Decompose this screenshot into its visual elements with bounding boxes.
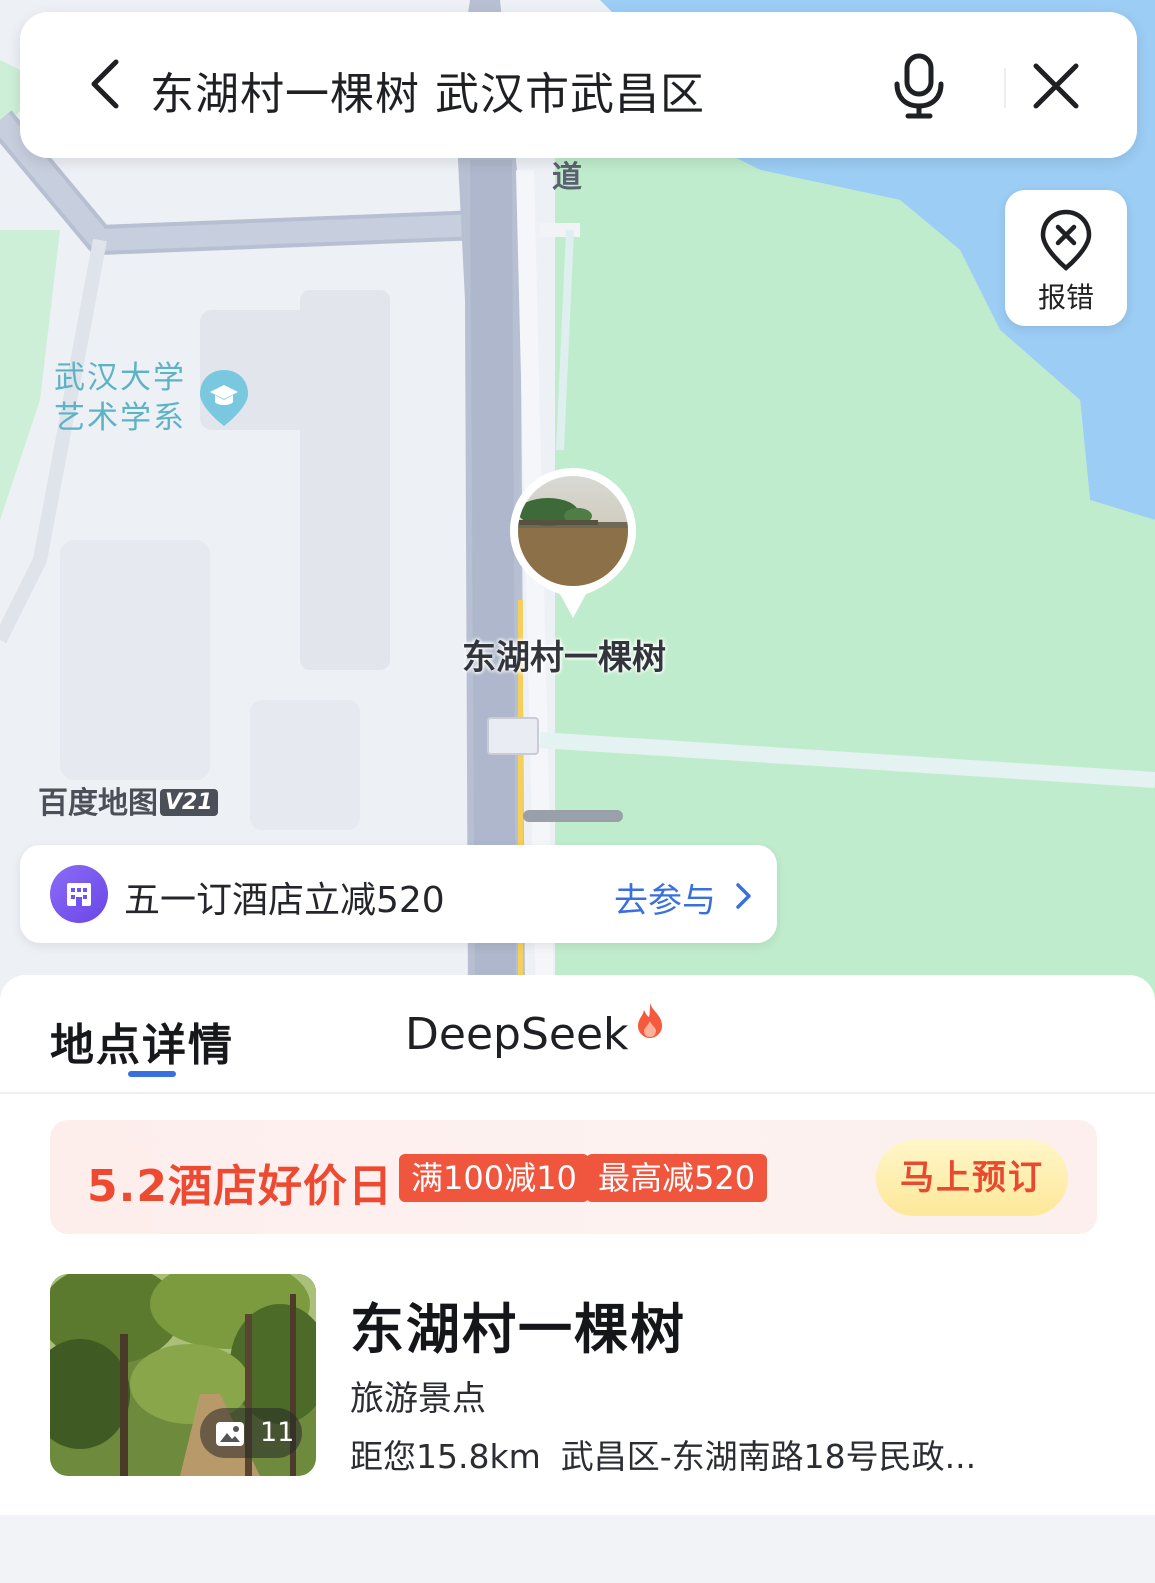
active-tab-indicator — [128, 1071, 176, 1077]
poi-school-label-line1: 武汉大学 — [54, 360, 186, 396]
deal-tag-discount: 满100减10 — [399, 1154, 589, 1202]
hotel-deal-card[interactable]: 5.2酒店好价日 满100减10 最高减520 马上预订 — [50, 1120, 1097, 1234]
tab-place-details[interactable]: 地点详情 — [50, 1009, 234, 1073]
place-address[interactable]: 武昌区-东湖南路18号民政... — [561, 1437, 976, 1476]
location-error-icon — [1040, 209, 1092, 271]
place-distance: 距您15.8km — [350, 1437, 541, 1476]
brand-name: 百度地图 — [38, 786, 158, 821]
place-meta: 距您15.8km 武昌区-东湖南路18号民政... — [350, 1430, 976, 1478]
place-photo[interactable]: 11 — [50, 1274, 316, 1476]
school-poi-icon[interactable] — [198, 368, 250, 428]
search-bar[interactable]: 东湖村一棵树 武汉市武昌区 — [20, 12, 1137, 158]
deal-tag-max-discount: 最高减520 — [586, 1154, 768, 1202]
book-now-button[interactable]: 马上预订 — [876, 1140, 1068, 1216]
road-label: 道 — [552, 160, 582, 195]
deal-title: 5.2酒店好价日 — [87, 1161, 393, 1212]
sheet-bottom-strip — [0, 1515, 1155, 1583]
hotel-promo-banner[interactable]: 五一订酒店立减520 去参与 — [20, 845, 777, 943]
place-pin-icon[interactable] — [508, 466, 638, 626]
poi-school-label[interactable]: 武汉大学 艺术学系 — [54, 358, 186, 438]
back-icon[interactable] — [78, 54, 138, 114]
microphone-icon[interactable] — [888, 52, 950, 120]
chevron-right-icon[interactable] — [733, 881, 755, 911]
tab-deepseek[interactable]: DeepSeek — [405, 1009, 629, 1060]
hotel-icon — [50, 865, 108, 923]
poi-school-label-line2: 艺术学系 — [54, 400, 186, 436]
promo-cta[interactable]: 去参与 — [614, 873, 716, 922]
image-icon — [216, 1422, 244, 1446]
map-brand-logo: 百度地图 V21 — [38, 778, 218, 822]
place-category: 旅游景点 — [350, 1379, 486, 1419]
report-error-label: 报错 — [1037, 281, 1094, 314]
tabs-divider — [0, 1092, 1155, 1094]
pin-label[interactable]: 东湖村一棵树 — [462, 630, 666, 679]
map-view[interactable]: 道 武汉大学 艺术学系 东湖村一棵树 百度地图 V21 东湖村一棵树 武汉市武昌… — [0, 0, 1155, 1000]
place-detail-sheet: 地点详情 DeepSeek 5.2酒店好价日 满100减10 最高减520 马上… — [0, 975, 1155, 1583]
place-name[interactable]: 东湖村一棵树 — [350, 1285, 686, 1364]
report-error-button[interactable]: 报错 — [1005, 190, 1127, 326]
brand-version: V21 — [160, 789, 218, 816]
photo-count-badge[interactable]: 11 — [200, 1408, 302, 1458]
fire-icon — [638, 1003, 662, 1038]
photo-count: 11 — [260, 1417, 295, 1448]
sheet-drag-handle[interactable] — [523, 810, 623, 822]
close-icon[interactable] — [1024, 54, 1088, 118]
search-query[interactable]: 东湖村一棵树 武汉市武昌区 — [150, 58, 705, 122]
search-divider — [1004, 68, 1006, 108]
promo-text: 五一订酒店立减520 — [124, 880, 445, 921]
